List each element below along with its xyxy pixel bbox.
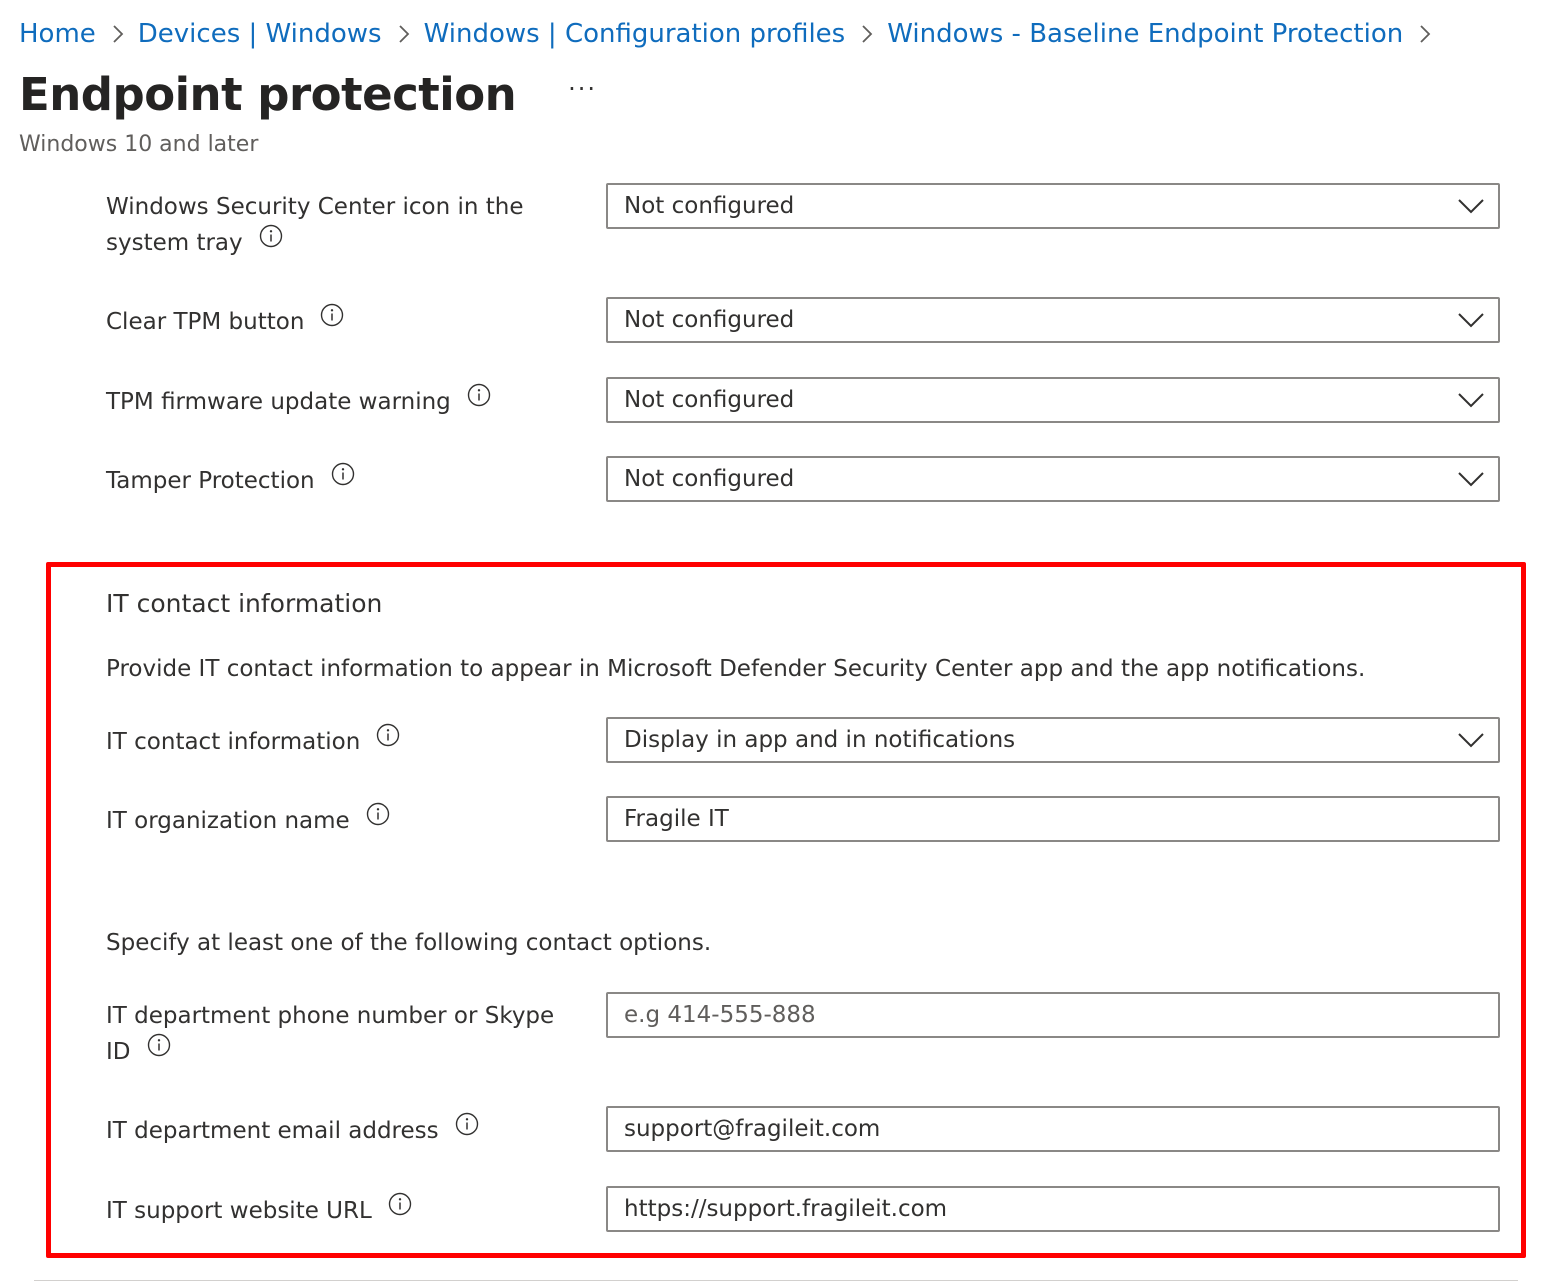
title-row: Endpoint protection ··· — [19, 68, 597, 121]
breadcrumb-baseline-endpoint-protection[interactable]: Windows - Baseline Endpoint Protection — [887, 19, 1403, 49]
info-icon[interactable] — [320, 302, 344, 338]
chevron-right-icon — [112, 24, 124, 44]
setting-label-website: IT support website URL — [106, 1191, 412, 1230]
info-icon[interactable] — [366, 801, 390, 837]
info-icon[interactable] — [259, 223, 283, 259]
it-contact-description: Provide IT contact information to appear… — [106, 656, 1366, 682]
info-icon[interactable] — [376, 722, 400, 758]
email-input[interactable]: support@fragileit.com — [606, 1106, 1500, 1152]
breadcrumb-devices-windows[interactable]: Devices | Windows — [138, 19, 382, 49]
setting-label-phone: IT department phone number or Skype ID — [106, 998, 554, 1071]
info-icon[interactable] — [467, 382, 491, 418]
contact-options-note: Specify at least one of the following co… — [106, 930, 712, 956]
setting-label-tpm-firmware-warning: TPM firmware update warning — [106, 382, 491, 421]
info-icon[interactable] — [455, 1111, 479, 1147]
chevron-down-icon — [1458, 471, 1484, 487]
it-contact-display-dropdown[interactable]: Display in app and in notifications — [606, 717, 1500, 763]
chevron-right-icon — [398, 24, 410, 44]
chevron-down-icon — [1458, 392, 1484, 408]
setting-label-org-name: IT organization name — [106, 801, 390, 840]
info-icon[interactable] — [388, 1191, 412, 1227]
divider — [34, 1280, 1518, 1281]
it-contact-heading: IT contact information — [106, 589, 383, 618]
more-icon[interactable]: ··· — [568, 75, 597, 103]
clear-tpm-dropdown[interactable]: Not configured — [606, 297, 1500, 343]
tamper-protection-dropdown[interactable]: Not configured — [606, 456, 1500, 502]
setting-label-security-center-icon: Windows Security Center icon in the syst… — [106, 189, 523, 262]
breadcrumb-home[interactable]: Home — [19, 19, 96, 49]
page-subtitle: Windows 10 and later — [19, 132, 259, 157]
info-icon[interactable] — [331, 461, 355, 497]
chevron-down-icon — [1458, 732, 1484, 748]
setting-label-email: IT department email address — [106, 1111, 479, 1150]
phone-input[interactable]: e.g 414-555-888 — [606, 992, 1500, 1038]
setting-label-clear-tpm: Clear TPM button — [106, 302, 344, 341]
page-title: Endpoint protection — [19, 68, 517, 121]
org-name-input[interactable]: Fragile IT — [606, 796, 1500, 842]
chevron-down-icon — [1458, 312, 1484, 328]
chevron-right-icon — [1419, 24, 1431, 44]
security-center-icon-dropdown[interactable]: Not configured — [606, 183, 1500, 229]
chevron-right-icon — [861, 24, 873, 44]
website-input[interactable]: https://support.fragileit.com — [606, 1186, 1500, 1232]
breadcrumb: Home Devices | Windows Windows | Configu… — [19, 14, 1445, 54]
breadcrumb-configuration-profiles[interactable]: Windows | Configuration profiles — [424, 19, 846, 49]
chevron-down-icon — [1458, 198, 1484, 214]
setting-label-it-contact-display: IT contact information — [106, 722, 400, 761]
setting-label-tamper-protection: Tamper Protection — [106, 461, 355, 500]
tpm-firmware-warning-dropdown[interactable]: Not configured — [606, 377, 1500, 423]
phone-placeholder: e.g 414-555-888 — [624, 1002, 816, 1028]
info-icon[interactable] — [147, 1032, 171, 1068]
